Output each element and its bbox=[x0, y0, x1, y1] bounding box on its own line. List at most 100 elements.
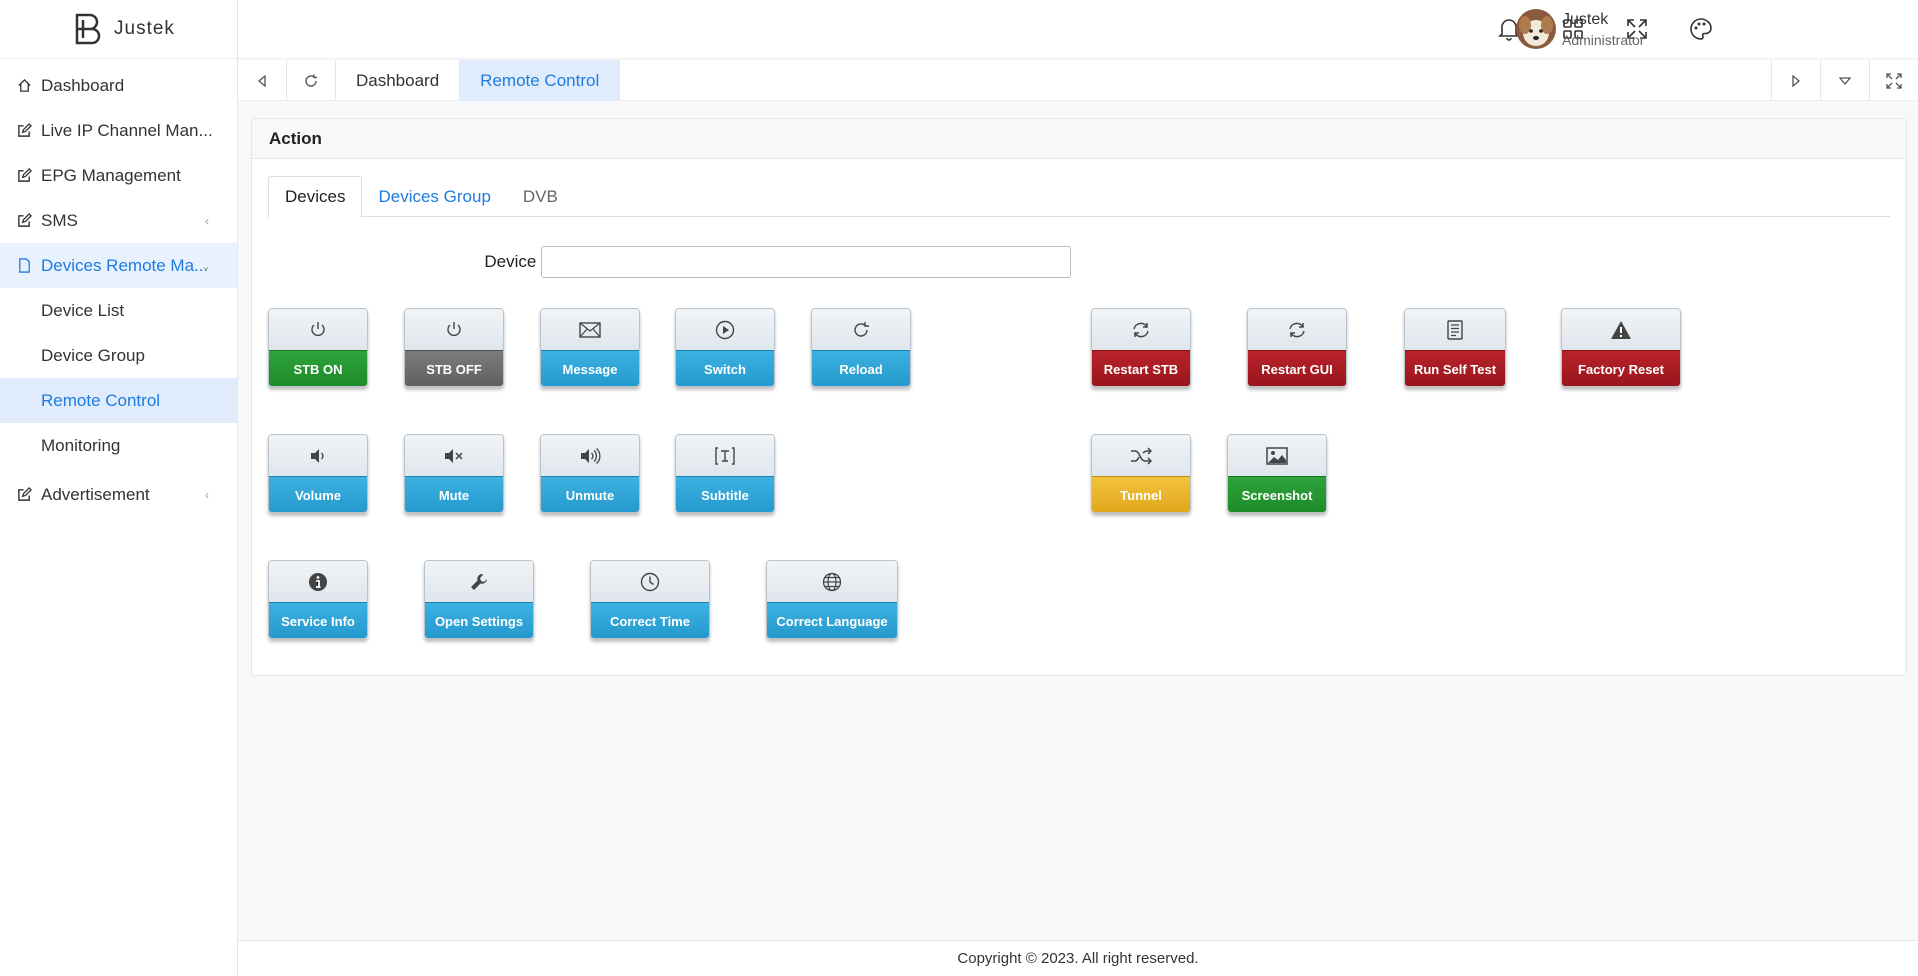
shuffle-icon bbox=[1131, 446, 1152, 465]
unmute-button[interactable]: Unmute bbox=[540, 434, 640, 513]
info-icon bbox=[309, 572, 327, 591]
edit-icon bbox=[16, 123, 32, 139]
caret-right-icon bbox=[1792, 74, 1801, 87]
image-icon bbox=[1266, 446, 1288, 465]
edit-icon bbox=[16, 213, 32, 229]
button-label: Tunnel bbox=[1092, 476, 1190, 512]
tabbar-dropdown-button[interactable] bbox=[1820, 60, 1869, 101]
switch-button[interactable]: Switch bbox=[675, 308, 775, 387]
sidebar-item-live-ip-channel[interactable]: Live IP Channel Man... bbox=[0, 108, 237, 153]
card-title: Action bbox=[252, 119, 1906, 159]
app-name: Justek bbox=[114, 18, 175, 39]
sidebar-item-device-group[interactable]: Device Group bbox=[0, 333, 237, 378]
restart-stb-button[interactable]: Restart STB bbox=[1091, 308, 1191, 387]
caret-left-icon bbox=[257, 74, 266, 87]
button-label: Correct Language bbox=[767, 602, 897, 638]
correct-time-button[interactable]: Correct Time bbox=[590, 560, 710, 639]
button-label: Open Settings bbox=[425, 602, 533, 638]
sidebar-item-sms[interactable]: SMS ‹ bbox=[0, 198, 237, 243]
palette-icon[interactable] bbox=[1686, 14, 1716, 44]
sidebar-item-device-list[interactable]: Device List bbox=[0, 288, 237, 333]
reload-button[interactable]: Reload bbox=[811, 308, 911, 387]
play-circle-icon bbox=[715, 320, 735, 339]
tab-devices[interactable]: Devices bbox=[268, 176, 363, 218]
avatar[interactable] bbox=[1516, 9, 1556, 49]
sidebar-item-label: SMS bbox=[41, 210, 78, 230]
restart-gui-button[interactable]: Restart GUI bbox=[1247, 308, 1347, 387]
tab-dvb[interactable]: DVB bbox=[507, 176, 574, 217]
button-label: Switch bbox=[676, 350, 774, 386]
volume-low-icon bbox=[311, 448, 324, 463]
document-list-icon bbox=[1447, 319, 1463, 340]
sidebar-item-label: Dashboard bbox=[41, 75, 125, 95]
tabbar-refresh-button[interactable] bbox=[287, 60, 336, 101]
envelope-icon bbox=[579, 321, 601, 338]
page-tabbar: Dashboard Remote Control bbox=[238, 60, 1918, 101]
chevron-left-icon: ‹ bbox=[205, 213, 209, 228]
stb-off-button[interactable]: STB OFF bbox=[404, 308, 504, 387]
button-label: STB ON bbox=[269, 350, 367, 386]
volume-mute-icon bbox=[445, 448, 463, 463]
sidebar-menu: Dashboard Live IP Channel Man... EPG Man… bbox=[0, 63, 237, 517]
factory-reset-button[interactable]: Factory Reset bbox=[1561, 308, 1681, 387]
message-button[interactable]: Message bbox=[540, 308, 640, 387]
screenshot-button[interactable]: Screenshot bbox=[1227, 434, 1327, 513]
tabbar-prev-button[interactable] bbox=[238, 60, 287, 101]
tab-devices-group[interactable]: Devices Group bbox=[362, 176, 506, 217]
sidebar-item-label: Device List bbox=[41, 300, 125, 320]
tabbar-next-button[interactable] bbox=[1771, 60, 1820, 101]
action-card: Action Devices Devices Group DVB Device … bbox=[251, 118, 1907, 676]
tabbar-right-controls bbox=[1771, 60, 1918, 101]
button-label: Unmute bbox=[541, 476, 639, 512]
device-tabs: Devices Devices Group DVB bbox=[268, 176, 1890, 218]
logo-icon bbox=[75, 13, 101, 45]
subtitle-button[interactable]: Subtitle bbox=[675, 434, 775, 513]
tab-remote-control[interactable]: Remote Control bbox=[460, 60, 621, 101]
file-icon bbox=[16, 258, 32, 274]
edit-icon bbox=[16, 168, 32, 184]
user-name[interactable]: Justek bbox=[1562, 11, 1608, 29]
volume-button[interactable]: Volume bbox=[268, 434, 368, 513]
service-info-button[interactable]: Service Info bbox=[268, 560, 368, 639]
run-self-test-button[interactable]: Run Self Test bbox=[1404, 308, 1506, 387]
sidebar-item-remote-control[interactable]: Remote Control bbox=[0, 378, 237, 423]
subtitle-icon bbox=[715, 446, 735, 465]
button-label: Volume bbox=[269, 476, 367, 512]
wrench-icon bbox=[471, 573, 487, 590]
footer: Copyright © 2023. All right reserved. bbox=[238, 940, 1918, 976]
button-label: Factory Reset bbox=[1562, 350, 1680, 386]
globe-icon bbox=[822, 572, 842, 591]
stb-on-button[interactable]: STB ON bbox=[268, 308, 368, 387]
button-label: Service Info bbox=[269, 602, 367, 638]
sidebar-item-label: Devices Remote Ma... bbox=[41, 255, 209, 275]
sidebar-item-label: Monitoring bbox=[41, 435, 121, 455]
sidebar-item-epg-management[interactable]: EPG Management bbox=[0, 153, 237, 198]
button-label: STB OFF bbox=[405, 350, 503, 386]
warning-icon bbox=[1611, 320, 1631, 339]
mute-button[interactable]: Mute bbox=[404, 434, 504, 513]
caret-down-icon bbox=[1839, 76, 1851, 85]
open-settings-button[interactable]: Open Settings bbox=[424, 560, 534, 639]
tab-dashboard[interactable]: Dashboard bbox=[336, 60, 461, 101]
device-list-input[interactable] bbox=[541, 246, 1071, 278]
top-header: Justek Administrator bbox=[238, 0, 1918, 59]
sidebar-item-label: Advertisement bbox=[41, 484, 150, 504]
sidebar-item-dashboard[interactable]: Dashboard bbox=[0, 63, 237, 108]
tabbar-fullscreen-button[interactable] bbox=[1869, 60, 1918, 101]
sidebar-item-label: Device Group bbox=[41, 345, 145, 365]
chevron-left-icon: ‹ bbox=[205, 487, 209, 502]
correct-language-button[interactable]: Correct Language bbox=[766, 560, 898, 639]
sidebar-item-label: Live IP Channel Man... bbox=[41, 120, 213, 140]
sidebar-item-label: EPG Management bbox=[41, 165, 181, 185]
sidebar-item-monitoring[interactable]: Monitoring bbox=[0, 423, 237, 468]
sidebar-item-advertisement[interactable]: Advertisement ‹ bbox=[0, 472, 237, 517]
power-icon bbox=[311, 321, 325, 336]
sidebar-item-devices-remote[interactable]: Devices Remote Ma... ⌄ bbox=[0, 243, 237, 288]
chevron-down-icon: ⌄ bbox=[200, 258, 211, 273]
home-icon bbox=[16, 78, 32, 94]
button-label: Restart GUI bbox=[1248, 350, 1346, 386]
tunnel-button[interactable]: Tunnel bbox=[1091, 434, 1191, 513]
button-label: Mute bbox=[405, 476, 503, 512]
edit-icon bbox=[16, 487, 32, 503]
logo[interactable]: Justek bbox=[0, 0, 237, 59]
